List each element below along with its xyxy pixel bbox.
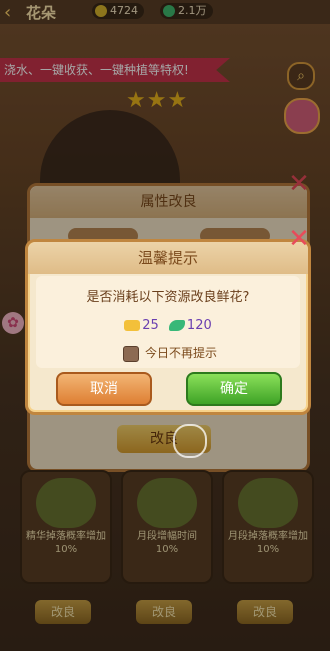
leaf-cost: 120 <box>186 318 212 333</box>
gold-coin-icon <box>124 320 141 331</box>
checkbox-label: 今日不再提示 <box>145 346 218 360</box>
dont-show-today-row[interactable]: 今日不再提示 <box>123 345 217 362</box>
coin-cost: 25 <box>142 318 159 333</box>
confirm-button[interactable]: 确定 <box>186 372 282 406</box>
leaf-icon <box>168 320 185 331</box>
touch-indicator <box>173 424 207 458</box>
cost-list: 25 120 <box>36 318 300 333</box>
dialog-title: 温馨提示 <box>28 242 308 274</box>
dialog-question: 是否消耗以下资源改良鲜花? <box>86 290 250 305</box>
confirm-dialog: 温馨提示 是否消耗以下资源改良鲜花? 25 120 今日不再提示 取消 确定 <box>25 239 311 415</box>
close-icon[interactable]: ✕ <box>288 226 310 252</box>
cancel-button[interactable]: 取消 <box>56 372 152 406</box>
dont-show-checkbox[interactable] <box>123 345 139 362</box>
